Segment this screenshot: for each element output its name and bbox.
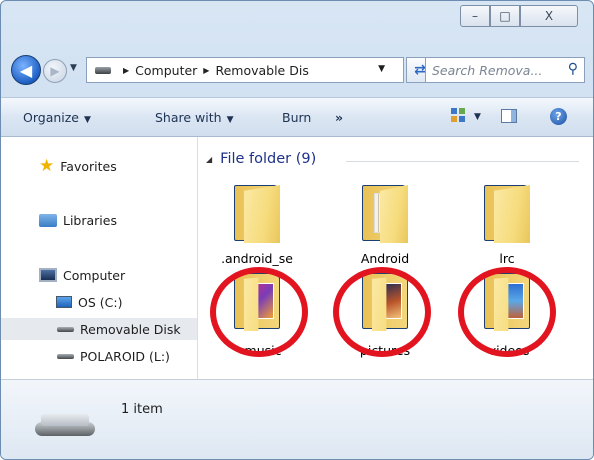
removable-drive-icon	[57, 353, 74, 359]
arrow-left-icon: ◀	[19, 60, 33, 80]
burn-button[interactable]: Burn	[282, 110, 311, 125]
sidebar-item-label: Removable Disk	[80, 321, 181, 337]
collapse-triangle-icon[interactable]: ◢	[206, 155, 212, 164]
sidebar-item-label: Favorites	[60, 158, 117, 174]
file-list: ◢ File folder (9) .android_se Android lr…	[198, 137, 593, 379]
share-with-button[interactable]: Share with ▼	[155, 110, 234, 125]
chevron-right-icon[interactable]: ▶	[203, 66, 209, 75]
sidebar-item-libraries[interactable]: Libraries	[1, 209, 197, 231]
drive-icon	[95, 66, 111, 74]
change-view-icon[interactable]	[451, 108, 465, 122]
highlight-ring	[458, 267, 556, 357]
navigation-bar: ◀ ▶ ▼ ▶ Computer ▶ Removable Dis ▼ ⇄ Sea…	[1, 51, 593, 91]
search-input[interactable]: Search Remova... ⚲	[425, 57, 585, 83]
sidebar-item-polaroid[interactable]: POLAROID (L:)	[1, 345, 197, 367]
item-count: 1 item	[121, 402, 163, 417]
sidebar-item-label: POLAROID (L:)	[80, 348, 170, 364]
highlight-ring	[210, 267, 308, 357]
recent-pages-dropdown[interactable]: ▼	[70, 63, 77, 73]
folder-icon[interactable]	[234, 185, 280, 243]
navigation-pane: ★ Favorites Libraries Computer OS (C:) R…	[1, 137, 198, 379]
search-placeholder: Search Remova...	[432, 62, 543, 78]
group-header-label: File folder (9)	[220, 151, 317, 167]
computer-icon	[39, 268, 57, 282]
chevron-right-icon[interactable]: ▶	[123, 66, 129, 75]
breadcrumb-removable-disk[interactable]: Removable Dis	[215, 63, 308, 78]
sidebar-item-removable-disk[interactable]: Removable Disk	[1, 318, 197, 340]
windows-drive-icon	[56, 296, 72, 308]
preview-pane-icon[interactable]	[501, 109, 517, 123]
more-commands-button[interactable]: »	[335, 110, 343, 125]
minimize-button[interactable]: –	[460, 5, 490, 27]
highlight-ring	[333, 267, 431, 357]
maximize-button[interactable]: □	[490, 5, 520, 27]
breadcrumb-computer[interactable]: Computer	[135, 63, 197, 78]
close-button[interactable]: X	[520, 5, 578, 27]
folder-label[interactable]: lrc	[452, 251, 562, 266]
details-pane: 1 item	[1, 379, 593, 459]
group-divider	[346, 161, 579, 162]
address-dropdown-icon[interactable]: ▼	[378, 64, 385, 74]
library-icon	[39, 213, 57, 227]
back-button[interactable]: ◀	[11, 55, 41, 85]
folder-label[interactable]: .android_se	[202, 251, 312, 266]
help-icon[interactable]: ?	[550, 108, 567, 125]
sidebar-item-label: Libraries	[63, 212, 117, 228]
organize-label: Organize	[23, 110, 79, 125]
sidebar-item-label: OS (C:)	[78, 294, 123, 310]
explorer-window: – □ X ◀ ▶ ▼ ▶ Computer ▶ Removable Dis ▼…	[0, 0, 594, 460]
star-icon: ★	[39, 156, 55, 176]
sidebar-item-favorites[interactable]: ★ Favorites	[1, 155, 197, 177]
folder-icon[interactable]	[362, 185, 408, 243]
title-bar[interactable]: – □ X	[1, 1, 593, 45]
view-options-dropdown[interactable]: ▼	[474, 112, 481, 122]
folder-icon[interactable]	[484, 185, 530, 243]
chevron-down-icon: ▼	[84, 115, 91, 125]
organize-button[interactable]: Organize ▼	[23, 110, 91, 125]
removable-drive-icon	[57, 326, 74, 332]
chevron-down-icon: ▼	[226, 115, 234, 125]
arrow-right-icon: ▶	[50, 64, 60, 78]
forward-button[interactable]: ▶	[43, 59, 67, 83]
folder-label[interactable]: Android	[330, 251, 440, 266]
sidebar-item-computer[interactable]: Computer	[1, 264, 197, 286]
address-bar[interactable]: ▶ Computer ▶ Removable Dis ▼	[86, 57, 404, 83]
sidebar-item-label: Computer	[63, 267, 126, 283]
search-icon[interactable]: ⚲	[568, 61, 578, 77]
command-bar: Organize ▼ Share with ▼ Burn » ▼ ?	[1, 97, 593, 137]
share-with-label: Share with	[155, 110, 222, 125]
group-header[interactable]: ◢ File folder (9)	[206, 151, 316, 167]
removable-drive-icon	[35, 414, 95, 438]
sidebar-item-os-c[interactable]: OS (C:)	[1, 291, 197, 313]
